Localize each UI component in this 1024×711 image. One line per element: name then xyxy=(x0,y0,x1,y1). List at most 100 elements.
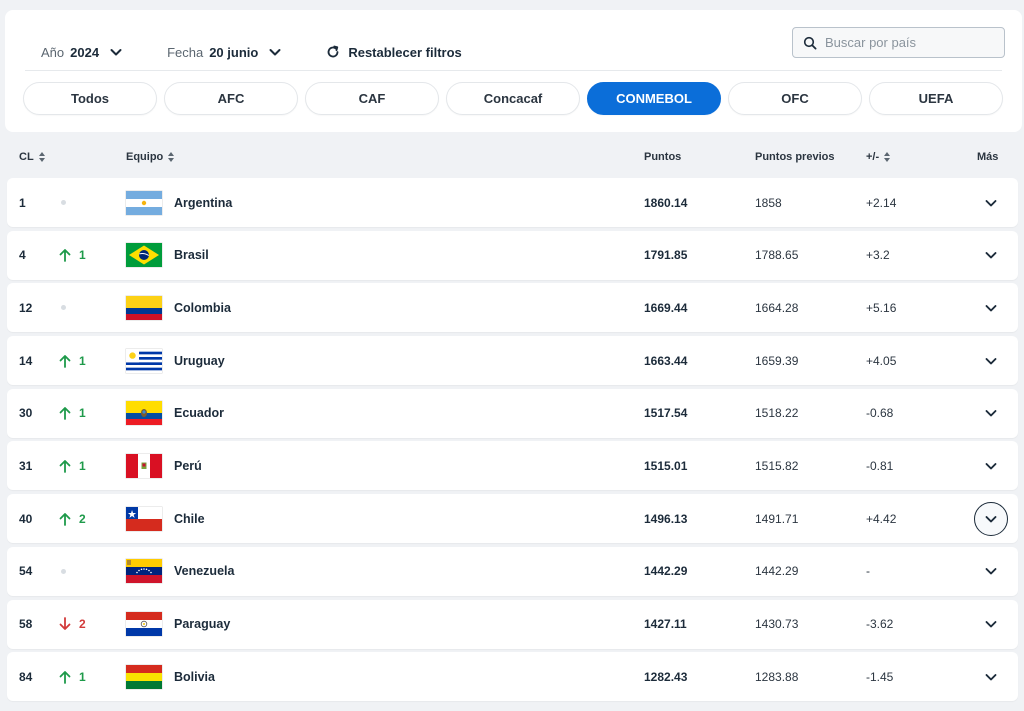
table-row[interactable]: 40 2 Chile 1496.13 1491.71 +4.42 xyxy=(7,494,1018,544)
rank-cell: 58 xyxy=(19,617,33,631)
ranking-table: 1 Argentina 1860.14 1858 +2.14 4 1 Brasil 1791.8… xyxy=(7,178,1018,705)
diff-column-header[interactable]: +/- xyxy=(866,151,891,163)
table-row[interactable]: 54 Venezuela 1442.29 1442.29 - xyxy=(7,546,1018,596)
expand-row-button[interactable] xyxy=(974,449,1008,483)
expand-row-button[interactable] xyxy=(974,607,1008,641)
country-search[interactable] xyxy=(792,27,1005,58)
colombia-flag xyxy=(126,295,162,320)
chile-flag xyxy=(126,506,162,531)
rank-cell: 4 xyxy=(19,248,26,263)
venezuela-flag xyxy=(126,559,162,584)
previous-points-cell: 1283.88 xyxy=(755,669,799,684)
more-cell xyxy=(973,441,1009,490)
diff-cell: -1.45 xyxy=(866,669,894,684)
flag-cell xyxy=(126,389,162,438)
expand-row-button[interactable] xyxy=(974,396,1008,430)
expand-row-button[interactable] xyxy=(974,501,1008,536)
arrow-up-icon xyxy=(59,670,71,684)
chevron-down-icon xyxy=(110,49,122,56)
expand-row-button[interactable] xyxy=(974,660,1008,694)
tab-todos[interactable]: Todos xyxy=(23,82,157,115)
points-cell: 1282.43 xyxy=(644,669,688,684)
team-name[interactable]: Perú xyxy=(174,441,202,490)
table-row[interactable]: 84 1 Bolivia 1282.43 1283.88 -1.45 xyxy=(7,652,1018,702)
team-name[interactable]: Uruguay xyxy=(174,336,225,385)
table-row[interactable]: 12 Colombia 1669.44 1664.28 +5.16 xyxy=(7,283,1018,333)
year-filter-label: Año xyxy=(41,44,65,60)
table-header: CL Equipo Puntos Puntos previos +/- Más xyxy=(0,145,1024,171)
rank-cell: 30 xyxy=(19,406,33,421)
table-row[interactable]: 14 1 Uruguay 1663.44 1659.39 +4.05 xyxy=(7,336,1018,386)
rank-change: 1 xyxy=(59,231,86,280)
no-change-dot-icon xyxy=(61,200,66,205)
refresh-icon xyxy=(327,45,339,58)
expand-row-button[interactable] xyxy=(974,344,1008,378)
diff-cell: +3.2 xyxy=(866,248,890,263)
points-column-header: Puntos xyxy=(644,151,681,163)
tab-afc[interactable]: AFC xyxy=(164,82,298,115)
team-name[interactable]: Colombia xyxy=(174,283,231,332)
arrow-up-icon xyxy=(59,512,71,526)
more-cell xyxy=(973,231,1009,280)
rank-change-value: 1 xyxy=(79,248,86,263)
year-filter[interactable]: Año 2024 xyxy=(41,45,123,60)
diff-cell: - xyxy=(866,564,870,579)
table-row[interactable]: 4 1 Brasil 1791.85 1788.65 +3.2 xyxy=(7,230,1018,280)
team-name[interactable]: Brasil xyxy=(174,231,209,280)
diff-cell: +2.14 xyxy=(866,195,897,210)
expand-row-button[interactable] xyxy=(974,238,1008,272)
flag-cell xyxy=(126,547,162,596)
diff-cell: +5.16 xyxy=(866,300,897,315)
rank-change-value: 2 xyxy=(79,617,86,631)
points-cell: 1860.14 xyxy=(644,195,688,210)
flag-cell xyxy=(126,600,162,649)
rank-change xyxy=(59,283,66,332)
tab-caf[interactable]: CAF xyxy=(305,82,439,115)
rank-cell: 1 xyxy=(19,195,26,210)
arrow-up-icon xyxy=(59,249,71,263)
team-name[interactable]: Argentina xyxy=(174,178,232,227)
table-row[interactable]: 1 Argentina 1860.14 1858 +2.14 xyxy=(7,178,1018,227)
tab-uefa[interactable]: UEFA xyxy=(869,82,1003,115)
team-name[interactable]: Paraguay xyxy=(174,600,230,649)
chevron-down-icon xyxy=(985,515,997,523)
search-input[interactable] xyxy=(825,35,985,50)
team-name[interactable]: Ecuador xyxy=(174,389,224,438)
team-name[interactable]: Bolivia xyxy=(174,652,215,701)
expand-row-button[interactable] xyxy=(974,186,1008,220)
filters-row: Año 2024 Fecha 20 junio Restablecer filt… xyxy=(41,37,462,67)
ecuador-flag xyxy=(126,401,162,426)
uruguay-flag xyxy=(126,348,162,373)
expand-row-button[interactable] xyxy=(974,291,1008,325)
tab-ofc[interactable]: OFC xyxy=(728,82,862,115)
flag-cell xyxy=(126,441,162,490)
table-row[interactable]: 31 1 Perú 1515.01 1515.82 -0.81 xyxy=(7,441,1018,491)
arrow-down-icon xyxy=(59,617,71,630)
chevron-down-icon xyxy=(985,357,997,365)
reset-filters-button[interactable]: Restablecer filtros xyxy=(326,45,462,60)
rank-change: 2 xyxy=(59,494,86,543)
table-row[interactable]: 58 2 Paraguay 1427.11 1430.73 -3.62 xyxy=(7,599,1018,649)
more-cell xyxy=(973,283,1009,332)
more-cell xyxy=(973,389,1009,438)
tab-concacaf[interactable]: Concacaf xyxy=(446,82,580,115)
rank-change-value: 1 xyxy=(79,353,86,368)
points-cell: 1442.29 xyxy=(644,564,688,579)
date-filter[interactable]: Fecha 20 junio xyxy=(167,45,282,60)
tab-conmebol[interactable]: CONMEBOL xyxy=(587,82,721,115)
previous-points-cell: 1518.22 xyxy=(755,406,799,421)
table-row[interactable]: 30 1 Ecuador 1517.54 1518.22 -0.68 xyxy=(7,388,1018,438)
rank-column-header[interactable]: CL xyxy=(19,151,45,163)
team-name[interactable]: Venezuela xyxy=(174,547,234,596)
rank-cell: 14 xyxy=(19,353,33,368)
team-column-header[interactable]: Equipo xyxy=(126,151,175,163)
previous-points-cell: 1430.73 xyxy=(755,617,799,631)
expand-row-button[interactable] xyxy=(974,554,1008,588)
diff-column-label: +/- xyxy=(866,151,880,163)
previous-points-cell: 1515.82 xyxy=(755,458,799,473)
team-name[interactable]: Chile xyxy=(174,494,205,543)
arrow-up-icon xyxy=(59,460,71,473)
more-cell xyxy=(973,600,1009,649)
chevron-down-icon xyxy=(985,252,997,259)
rank-column-label: CL xyxy=(19,151,34,163)
